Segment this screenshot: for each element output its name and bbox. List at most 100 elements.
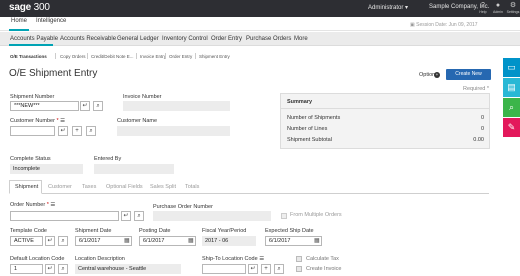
calculate-tax-checkbox[interactable]: [296, 256, 302, 262]
shipment-date-label: Shipment Date: [75, 228, 112, 234]
summary-row-label: Number of Lines: [287, 126, 328, 132]
breadcrumb-separator: [87, 53, 88, 59]
customer-number-input[interactable]: [10, 126, 55, 136]
ship-to-location-input[interactable]: [202, 264, 246, 274]
breadcrumb-order-entry[interactable]: Order Entry: [169, 54, 192, 59]
menu-icon[interactable]: ☰: [60, 118, 65, 124]
tab-optional-fields[interactable]: Optional Fields: [106, 184, 143, 190]
calendar-icon[interactable]: ▦: [124, 237, 130, 244]
complete-status-field: Incomplete: [10, 164, 83, 174]
shipment-number-input[interactable]: ***NEW***: [10, 101, 79, 111]
customer-finder-button[interactable]: ⌕: [86, 126, 96, 136]
breadcrumb-separator: [165, 53, 166, 59]
breadcrumb-shipment-entry[interactable]: Shipment Entry: [199, 54, 230, 59]
calendar-icon[interactable]: ▦: [188, 237, 194, 244]
settings-button[interactable]: ⚙ Settings: [506, 2, 520, 16]
template-enter-button[interactable]: ↵: [45, 236, 55, 246]
summary-row-label: Number of Shipments: [287, 115, 341, 121]
calendar-icon[interactable]: ▦: [314, 237, 320, 244]
customer-enter-button[interactable]: ↵: [58, 126, 68, 136]
ship-to-finder-button[interactable]: ⌕: [274, 264, 284, 274]
from-multiple-orders-checkbox[interactable]: [281, 213, 287, 219]
detail-tabs: [9, 181, 489, 194]
summary-row-label: Shipment Subtotal: [287, 137, 332, 143]
ship-to-location-text: Ship-To Location Code: [202, 256, 258, 262]
search-icon: ⌕: [137, 213, 141, 219]
dock-pencil-button[interactable]: ✎: [503, 118, 520, 137]
user-icon: ●: [495, 2, 501, 9]
entered-by-label: Entered By: [94, 156, 122, 162]
user-button[interactable]: ● Admin: [491, 2, 505, 16]
window-icon: ▭: [507, 62, 516, 72]
help-button[interactable]: ? Help: [476, 2, 490, 16]
brand-number: 300: [33, 2, 50, 13]
return-icon: ↵: [60, 128, 66, 134]
default-location-input[interactable]: 1: [10, 264, 43, 274]
expected-ship-date-label: Expected Ship Date: [265, 228, 314, 234]
po-number-field: [153, 211, 271, 221]
dock-document-button[interactable]: ▤: [503, 78, 520, 97]
order-enter-button[interactable]: ↵: [121, 211, 131, 221]
tab-totals[interactable]: Totals: [185, 184, 199, 190]
location-description-label: Location Description: [75, 256, 125, 262]
location-enter-button[interactable]: ↵: [45, 264, 55, 274]
page-title: O/E Shipment Entry: [9, 68, 98, 79]
summary-row-value: 0.00: [473, 137, 484, 143]
page: sage 300 Administrator ▾ Sample Company,…: [0, 0, 520, 276]
dock-search-button[interactable]: ⌕: [503, 98, 520, 117]
tab-customer[interactable]: Customer: [48, 184, 72, 190]
create-invoice-checkbox[interactable]: [296, 266, 302, 272]
tab-sales-split[interactable]: Sales Split: [150, 184, 176, 190]
order-number-text: Order Number: [10, 202, 46, 208]
summary-divider: [281, 108, 489, 109]
calculate-tax-label: Calculate Tax: [306, 256, 339, 262]
nav-order-entry[interactable]: Order Entry: [211, 36, 242, 42]
tab-home[interactable]: Home: [11, 18, 27, 24]
ship-to-add-button[interactable]: +: [261, 264, 271, 274]
customer-name-label: Customer Name: [117, 118, 158, 124]
tab-shipment[interactable]: Shipment: [15, 184, 38, 190]
create-invoice-label: Create Invoice: [306, 266, 342, 272]
nav-purchase-orders[interactable]: Purchase Orders: [246, 36, 291, 42]
chevron-down-icon: ▾: [405, 5, 409, 11]
from-multiple-orders-label: From Multiple Orders: [290, 212, 342, 218]
menu-icon[interactable]: ☰: [50, 202, 55, 208]
tab-intelligence[interactable]: Intelligence: [36, 18, 66, 24]
order-number-input[interactable]: [10, 211, 119, 221]
fiscal-period-label: Fiscal Year/Period: [202, 228, 247, 234]
brand-name: sage: [9, 2, 31, 13]
user-menu[interactable]: Administrator ▾: [368, 4, 408, 11]
template-code-input[interactable]: ACTIVE: [10, 236, 43, 246]
nav-inventory-control[interactable]: Inventory Control: [162, 36, 208, 42]
nav-more[interactable]: More: [294, 36, 308, 42]
ship-to-location-label: Ship-To Location Code ☰: [202, 256, 264, 262]
fiscal-period-field: 2017 - 06: [202, 236, 256, 246]
breadcrumb-invoice-entry[interactable]: Invoice Entry: [140, 54, 166, 59]
breadcrumb-copy-orders[interactable]: Copy Orders: [60, 54, 86, 59]
enter-button[interactable]: ↵: [80, 101, 90, 111]
help-icon: ?: [481, 2, 485, 9]
plus-icon[interactable]: +: [434, 71, 440, 78]
breadcrumb-separator: [136, 53, 137, 59]
breadcrumb-credit-debit[interactable]: Credit/Debit Note E...: [91, 54, 134, 59]
summary-row-value: 0: [480, 115, 484, 121]
required-marker: *: [56, 118, 59, 124]
location-finder-button[interactable]: ⌕: [58, 264, 68, 274]
shipment-finder-button[interactable]: ⌕: [93, 101, 103, 111]
nav-accounts-payable[interactable]: Accounts Payable: [10, 36, 58, 42]
ship-to-enter-button[interactable]: ↵: [248, 264, 258, 274]
menu-icon[interactable]: ☰: [259, 256, 264, 262]
nav-general-ledger[interactable]: General Ledger: [117, 36, 159, 42]
tab-taxes[interactable]: Taxes: [82, 184, 96, 190]
nav-accounts-receivable[interactable]: Accounts Receivable: [60, 36, 116, 42]
create-new-button[interactable]: Create New: [446, 69, 491, 80]
nav-active-indicator: [9, 44, 53, 46]
dock-window-button[interactable]: ▭: [503, 58, 520, 77]
order-number-label: Order Number * ☰: [10, 202, 55, 208]
order-finder-button[interactable]: ⌕: [134, 211, 144, 221]
breadcrumb-oe-transactions[interactable]: O/E Transactions: [10, 54, 47, 59]
customer-add-button[interactable]: +: [72, 126, 82, 136]
posting-date-label: Posting Date: [139, 228, 171, 234]
template-finder-button[interactable]: ⌕: [58, 236, 68, 246]
return-icon: ↵: [47, 266, 53, 272]
